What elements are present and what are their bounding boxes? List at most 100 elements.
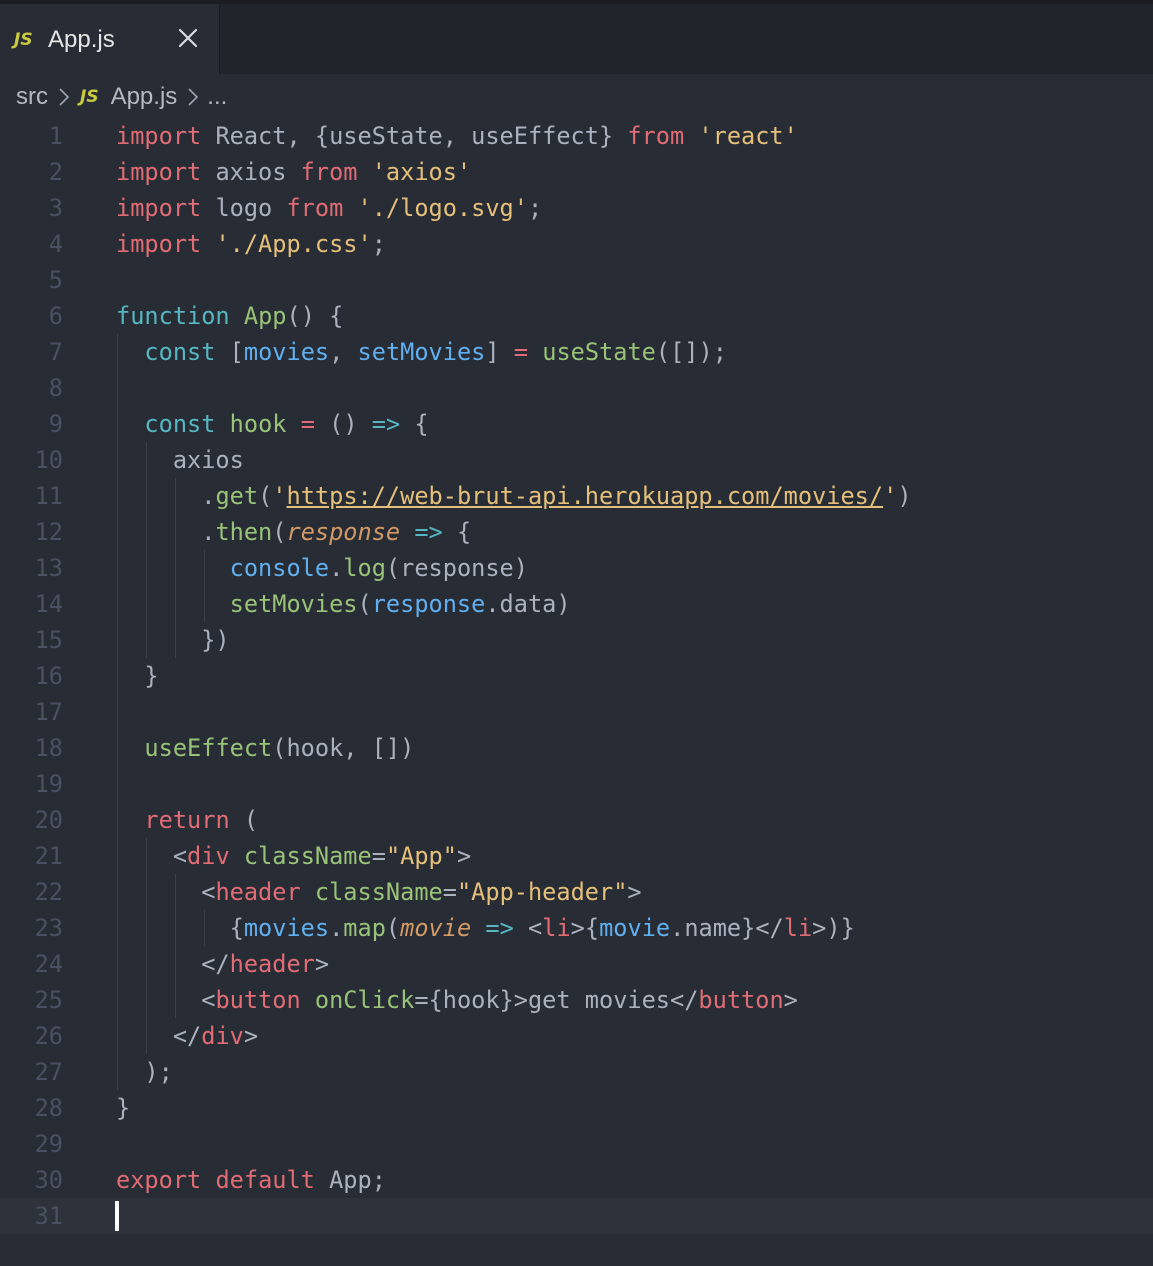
code-line[interactable]: 19 (0, 766, 1153, 802)
breadcrumb-folder[interactable]: src (16, 83, 48, 111)
code-text: <div className="App"> (116, 842, 472, 870)
line-number: 12 (34, 518, 63, 546)
code-line[interactable]: 11 .get('https://web-brut-api.herokuapp.… (0, 478, 1153, 514)
code-line[interactable]: 28} (0, 1090, 1153, 1126)
code-text: {movies.map(movie => <li>{movie.name}</l… (116, 914, 855, 942)
code-text: <button onClick={hook}>get movies</butto… (116, 986, 798, 1014)
line-number: 8 (48, 374, 63, 402)
line-number: 26 (34, 1022, 63, 1050)
line-number: 21 (34, 842, 63, 870)
close-icon[interactable] (176, 26, 200, 50)
code-line[interactable]: 12 .then(response => { (0, 514, 1153, 550)
code-text: return ( (144, 806, 259, 834)
tab-app-js[interactable]: JS App.js (0, 4, 220, 74)
code-text: const [movies, setMovies] = useState([])… (144, 338, 727, 366)
indent-guide (204, 550, 205, 622)
text-cursor (115, 1201, 119, 1231)
code-line[interactable]: 23 {movies.map(movie => <li>{movie.name}… (0, 910, 1153, 946)
line-number: 28 (34, 1094, 63, 1122)
code-line[interactable]: 22 <header className="App-header"> (0, 874, 1153, 910)
line-number: 15 (34, 626, 63, 654)
line-number: 7 (48, 338, 63, 366)
code-line[interactable]: 16 } (0, 658, 1153, 694)
javascript-file-icon: JS (80, 87, 99, 107)
code-line[interactable]: 15 }) (0, 622, 1153, 658)
line-number: 22 (34, 878, 63, 906)
line-number: 27 (34, 1058, 63, 1086)
line-number: 6 (48, 302, 63, 330)
line-number: 29 (34, 1130, 63, 1158)
code-text: useEffect(hook, []) (144, 734, 415, 762)
line-number: 16 (34, 662, 63, 690)
code-text: import React, {useState, useEffect} from… (116, 122, 798, 150)
line-number: 1 (48, 122, 63, 150)
code-line[interactable]: 9 const hook = () => { (0, 406, 1153, 442)
indent-guide (117, 334, 118, 1090)
code-text: }) (116, 626, 230, 654)
javascript-file-icon: JS (14, 30, 33, 50)
line-number: 31 (34, 1202, 63, 1230)
code-line[interactable]: 3 import logo from './logo.svg'; (0, 190, 1153, 226)
code-text: .get('https://web-brut-api.herokuapp.com… (116, 482, 912, 510)
indent-guide (146, 838, 147, 1054)
code-line[interactable]: 29 (0, 1126, 1153, 1162)
code-text: } (116, 1094, 131, 1122)
code-text: axios (116, 446, 244, 474)
line-number: 23 (34, 914, 63, 942)
code-text: </header> (116, 950, 330, 978)
line-number: 30 (34, 1166, 63, 1194)
chevron-right-icon (187, 87, 199, 107)
code-text: <header className="App-header"> (116, 878, 642, 906)
code-line[interactable]: 30 export default App; (0, 1162, 1153, 1198)
chevron-right-icon (58, 87, 70, 107)
code-line[interactable]: 26 </div> (0, 1018, 1153, 1054)
code-line[interactable]: 17 (0, 694, 1153, 730)
code-line[interactable]: 4 import './App.css'; (0, 226, 1153, 262)
code-line[interactable]: 21 <div className="App"> (0, 838, 1153, 874)
line-number: 3 (48, 194, 63, 222)
line-number: 19 (34, 770, 63, 798)
code-line[interactable]: 25 <button onClick={hook}>get movies</bu… (0, 982, 1153, 1018)
code-text: export default App; (116, 1166, 386, 1194)
line-number: 10 (34, 446, 63, 474)
tab-bar: JS App.js (0, 4, 1153, 74)
code-text: } (116, 662, 159, 690)
code-line[interactable]: 18 useEffect(hook, []) (0, 730, 1153, 766)
code-editor[interactable]: 1 import React, {useState, useEffect} fro… (0, 118, 1153, 1234)
line-number: 20 (34, 806, 63, 834)
code-line[interactable]: 1 import React, {useState, useEffect} fro… (0, 118, 1153, 154)
code-line[interactable]: 10 axios (0, 442, 1153, 478)
tab-label: App.js (48, 26, 115, 53)
breadcrumb: src JS App.js ... (16, 80, 227, 114)
code-line[interactable]: 20 return ( (0, 802, 1153, 838)
code-line[interactable]: 24 </header> (0, 946, 1153, 982)
code-line[interactable]: 27 ); (0, 1054, 1153, 1090)
line-number: 24 (34, 950, 63, 978)
indent-guide (204, 910, 205, 946)
code-text: import axios from 'axios' (116, 158, 472, 186)
code-text: ); (116, 1058, 173, 1086)
code-line[interactable]: 7 const [movies, setMovies] = useState([… (0, 334, 1153, 370)
code-line[interactable]: 8 (0, 370, 1153, 406)
code-text: </div> (116, 1022, 259, 1050)
line-number: 9 (48, 410, 63, 438)
code-line[interactable]: 13 console.log(response) (0, 550, 1153, 586)
code-line[interactable]: 31 (0, 1198, 1153, 1234)
code-text: const hook = () => { (144, 410, 429, 438)
breadcrumb-more[interactable]: ... (207, 83, 227, 111)
code-text: setMovies(response.data) (229, 590, 571, 618)
breadcrumb-file[interactable]: App.js (111, 83, 178, 111)
line-number: 14 (34, 590, 63, 618)
line-number: 4 (48, 230, 63, 258)
line-number: 17 (34, 698, 63, 726)
line-number: 11 (34, 482, 63, 510)
code-line[interactable]: 14 setMovies(response.data) (0, 586, 1153, 622)
line-number: 2 (48, 158, 63, 186)
code-line[interactable]: 2 import axios from 'axios' (0, 154, 1153, 190)
code-line[interactable]: 6 function App() { (0, 298, 1153, 334)
code-text: import './App.css'; (116, 230, 386, 258)
code-line[interactable]: 5 (0, 262, 1153, 298)
code-text: .then(response => { (116, 518, 472, 546)
line-number: 18 (34, 734, 63, 762)
line-number: 25 (34, 986, 63, 1014)
